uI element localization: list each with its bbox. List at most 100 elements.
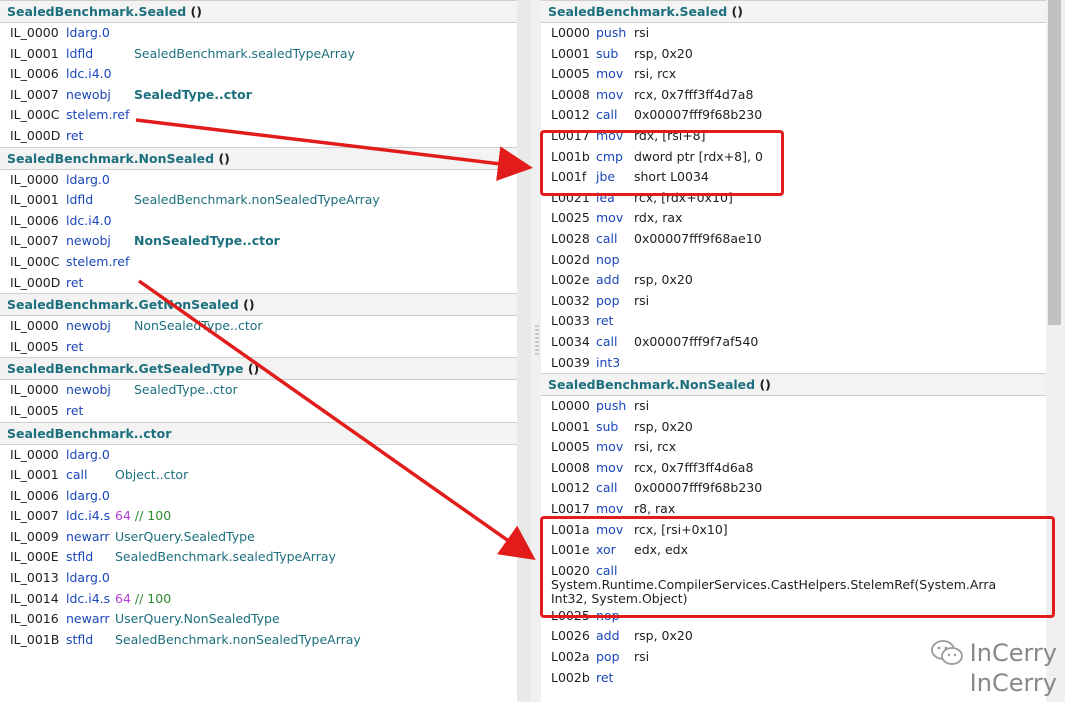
instruction-address: L002a: [551, 649, 590, 665]
code-line[interactable]: L0000 push rsi: [541, 396, 1046, 417]
opcode: pop: [596, 292, 620, 308]
instruction-address: L0017: [551, 501, 590, 517]
code-line[interactable]: L0017 mov r8, rax: [541, 499, 1046, 520]
code-line[interactable]: IL_0001 ldfld SealedBenchmark.sealedTypeAr…: [0, 44, 517, 65]
code-line[interactable]: L002e add rsp, 0x20: [541, 270, 1046, 291]
code-line[interactable]: IL_0000 ldarg.0: [0, 23, 517, 44]
code-line[interactable]: L0000 push rsi: [541, 23, 1046, 44]
opcode: mov: [596, 501, 624, 517]
code-line[interactable]: L001e xor edx, edx: [541, 540, 1046, 561]
instruction-address: IL_000D: [10, 127, 61, 143]
opcode: mov: [596, 127, 624, 143]
code-line[interactable]: L0028 call 0x00007fff9f68ae10: [541, 229, 1046, 250]
code-line[interactable]: L0025 mov rdx, rax: [541, 208, 1046, 229]
numeric-literal: 64: [115, 508, 131, 524]
operand[interactable]: SealedBenchmark.nonSealedTypeArray: [134, 190, 380, 211]
code-line[interactable]: IL_0006 ldc.i4.0: [0, 64, 517, 85]
code-line[interactable]: L002d nop: [541, 250, 1046, 271]
code-line[interactable]: IL_0000 newobj NonSealedType..ctor: [0, 316, 517, 337]
code-line[interactable]: L0025 nop: [541, 606, 1046, 627]
code-line[interactable]: IL_000C stelem.ref: [0, 252, 517, 273]
instruction-address: L0008: [551, 86, 590, 102]
instruction-address: L002b: [551, 669, 590, 685]
code-line[interactable]: L0012 call 0x00007fff9f68b230: [541, 478, 1046, 499]
operand[interactable]: SealedBenchmark.nonSealedTypeArray: [115, 630, 361, 651]
code-line[interactable]: L0012 call 0x00007fff9f68b230: [541, 105, 1046, 126]
operand[interactable]: SealedType..ctor: [134, 380, 238, 401]
opcode: call: [596, 230, 618, 246]
instruction-address: IL_0009: [10, 528, 59, 544]
code-line[interactable]: L0001 sub rsp, 0x20: [541, 417, 1046, 438]
code-line[interactable]: IL_000E stfld SealedBenchmark.sealedTypeAr…: [0, 547, 517, 568]
splitter-grip-icon[interactable]: [535, 325, 539, 355]
opcode: ret: [66, 402, 84, 418]
code-line[interactable]: IL_0013 ldarg.0: [0, 568, 517, 589]
code-line[interactable]: IL_0001 ldfld SealedBenchmark.nonSealedTyp…: [0, 190, 517, 211]
operand[interactable]: UserQuery.SealedType: [115, 527, 255, 548]
code-line[interactable]: L0008 mov rcx, 0x7fff3ff4d7a8: [541, 85, 1046, 106]
code-line[interactable]: L001b cmp dword ptr [rdx+8], 0: [541, 147, 1046, 168]
code-line[interactable]: L0033 ret: [541, 311, 1046, 332]
operand[interactable]: SealedBenchmark.sealedTypeArray: [115, 547, 336, 568]
code-line[interactable]: IL_0014 ldc.i4.s 64 // 100: [0, 589, 517, 610]
right-scrollbar-thumb[interactable]: [1048, 0, 1061, 325]
instruction-address: IL_0013: [10, 570, 59, 586]
code-line[interactable]: IL_0007 newobj NonSealedType..ctor: [0, 231, 517, 252]
code-line[interactable]: IL_001B stfld SealedBenchmark.nonSealedTyp…: [0, 630, 517, 651]
code-line[interactable]: L0034 call 0x00007fff9f7af540: [541, 332, 1046, 353]
opcode: ldarg.0: [66, 171, 110, 187]
opcode: cmp: [596, 148, 623, 164]
asm-code-pane[interactable]: SealedBenchmark.Sealed () L0000 push rsi L00…: [541, 0, 1046, 702]
code-line[interactable]: L0039 int3: [541, 353, 1046, 374]
instruction-address: IL_0016: [10, 611, 59, 627]
code-line[interactable]: IL_0006 ldc.i4.0: [0, 211, 517, 232]
opcode: stelem.ref: [66, 107, 130, 123]
code-line[interactable]: IL_0001 call Object..ctor: [0, 465, 517, 486]
code-line[interactable]: L0017 mov rdx, [rsi+8]: [541, 126, 1046, 147]
code-line[interactable]: L0005 mov rsi, rcx: [541, 64, 1046, 85]
code-line[interactable]: IL_0005 ret: [0, 337, 517, 358]
operand[interactable]: SealedType..ctor: [134, 85, 252, 106]
code-line[interactable]: L0008 mov rcx, 0x7fff3ff4d6a8: [541, 458, 1046, 479]
opcode: call: [596, 480, 618, 496]
opcode: stelem.ref: [66, 253, 130, 269]
operand: rcx, 0x7fff3ff4d7a8: [634, 86, 754, 102]
instruction-address: IL_0006: [10, 487, 59, 503]
operand[interactable]: NonSealedType..ctor: [134, 231, 280, 252]
operand: rsp, 0x20: [634, 628, 693, 644]
code-line[interactable]: IL_0005 ret: [0, 401, 517, 422]
operand: rdx, rax: [634, 210, 683, 226]
instruction-address: IL_000C: [10, 253, 60, 269]
operand: rsi, rcx: [634, 66, 677, 82]
instruction-address: L0005: [551, 439, 590, 455]
operand[interactable]: SealedBenchmark.sealedTypeArray: [134, 44, 355, 65]
code-line[interactable]: L0001 sub rsp, 0x20: [541, 44, 1046, 65]
code-line[interactable]: IL_000D ret: [0, 273, 517, 294]
code-line[interactable]: L0032 pop rsi: [541, 291, 1046, 312]
code-line[interactable]: IL_000D ret: [0, 126, 517, 147]
instruction-address: IL_0000: [10, 382, 59, 398]
code-line[interactable]: IL_0009 newarr UserQuery.SealedType: [0, 527, 517, 548]
code-line[interactable]: IL_0007 newobj SealedType..ctor: [0, 85, 517, 106]
operand[interactable]: UserQuery.NonSealedType: [115, 609, 280, 630]
code-line[interactable]: IL_0007 ldc.i4.s 64 // 100: [0, 506, 517, 527]
code-line[interactable]: IL_0000 newobj SealedType..ctor: [0, 380, 517, 401]
code-line[interactable]: L0020 callSystem.Runtime.CompilerServices…: [541, 561, 1046, 606]
method-title: SealedBenchmark..ctor: [7, 425, 172, 441]
code-line[interactable]: L001f jbe short L0034: [541, 167, 1046, 188]
code-line[interactable]: IL_0000 ldarg.0: [0, 445, 517, 466]
code-line[interactable]: IL_0006 ldarg.0: [0, 486, 517, 507]
code-line[interactable]: IL_0016 newarr UserQuery.NonSealedType: [0, 609, 517, 630]
code-line[interactable]: L0005 mov rsi, rcx: [541, 437, 1046, 458]
instruction-address: IL_0007: [10, 508, 59, 524]
operand[interactable]: Object..ctor: [115, 465, 188, 486]
left-pane-scrollbar[interactable]: [517, 0, 531, 702]
code-line[interactable]: L0021 lea rcx, [rdx+0x10]: [541, 188, 1046, 209]
code-line[interactable]: L001a mov rcx, [rsi+0x10]: [541, 520, 1046, 541]
opcode: mov: [596, 459, 624, 475]
il-code-pane[interactable]: SealedBenchmark.Sealed () IL_0000 ldarg.0 I…: [0, 0, 517, 702]
code-line[interactable]: IL_000C stelem.ref: [0, 105, 517, 126]
code-line[interactable]: IL_0000 ldarg.0: [0, 170, 517, 191]
instruction-address: L0039: [551, 354, 590, 370]
operand[interactable]: NonSealedType..ctor: [134, 316, 263, 337]
